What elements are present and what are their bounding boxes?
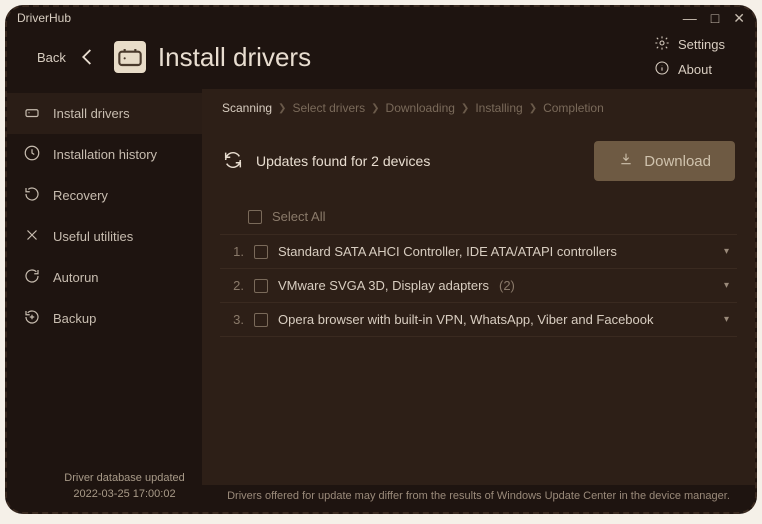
select-all-row[interactable]: Select All [220,199,737,235]
select-all-checkbox[interactable] [248,210,262,224]
driver-list: Select All 1. Standard SATA AHCI Control… [202,199,755,337]
backup-icon [23,308,41,329]
breadcrumb-step-downloading[interactable]: Downloading [386,101,455,115]
breadcrumb-step-select[interactable]: Select drivers [292,101,365,115]
select-all-label: Select All [272,209,325,224]
sidebar-item-label: Autorun [53,270,99,285]
tools-icon [23,226,41,247]
row-checkbox[interactable] [254,313,268,327]
updates-text: Updates found for 2 devices [256,153,430,169]
back-button[interactable]: Back [37,43,102,71]
row-checkbox[interactable] [254,279,268,293]
row-label: VMware SVGA 3D, Display adapters [278,278,489,293]
row-number: 1. [228,244,244,259]
back-label: Back [37,50,66,65]
row-label: Opera browser with built-in VPN, WhatsAp… [278,312,654,327]
minimize-button[interactable]: — [683,11,697,25]
sidebar-item-installation-history[interactable]: Installation history [7,134,202,175]
db-label: Driver database updated [27,471,222,486]
sidebar-item-label: Installation history [53,147,157,162]
body: Install drivers Installation history Rec… [7,89,755,485]
app-window: DriverHub — □ ✕ Back Install drivers Set… [5,5,757,514]
row-label: Standard SATA AHCI Controller, IDE ATA/A… [278,244,617,259]
chevron-right-icon: ❯ [371,103,379,114]
main-panel: Scanning ❯ Select drivers ❯ Downloading … [202,89,755,485]
settings-label: Settings [678,37,725,52]
chevron-right-icon: ❯ [278,103,286,114]
chevron-right-icon: ❯ [461,103,469,114]
breadcrumb: Scanning ❯ Select drivers ❯ Downloading … [202,89,755,127]
footer: Driver database updated 2022-03-25 17:00… [7,471,755,502]
db-date: 2022-03-25 17:00:02 [27,487,222,502]
chevron-down-icon: ▾ [724,280,729,291]
row-checkbox[interactable] [254,245,268,259]
clock-icon [23,144,41,165]
driver-row[interactable]: 1. Standard SATA AHCI Controller, IDE AT… [220,235,737,269]
sidebar-item-label: Useful utilities [53,229,133,244]
refresh-icon [23,267,41,288]
close-button[interactable]: ✕ [733,11,745,25]
header: Back Install drivers Settings About [7,29,755,89]
breadcrumb-step-scanning[interactable]: Scanning [222,101,272,115]
sidebar: Install drivers Installation history Rec… [7,89,202,485]
driver-row[interactable]: 3. Opera browser with built-in VPN, What… [220,303,737,337]
sidebar-item-install-drivers[interactable]: Install drivers [7,93,202,134]
row-number: 2. [228,278,244,293]
sync-icon [222,149,244,174]
page-title: Install drivers [158,42,311,73]
gear-icon [654,35,670,54]
sidebar-item-useful-utilities[interactable]: Useful utilities [7,216,202,257]
about-link[interactable]: About [654,60,725,79]
about-label: About [678,62,712,77]
download-icon [618,151,634,171]
db-status: Driver database updated 2022-03-25 17:00… [27,471,222,502]
sidebar-item-label: Install drivers [53,106,130,121]
drive-icon [23,103,41,124]
maximize-button[interactable]: □ [711,11,719,25]
window-controls: — □ ✕ [683,11,745,25]
sidebar-item-backup[interactable]: Backup [7,298,202,339]
row-count: (2) [499,278,515,293]
sidebar-item-recovery[interactable]: Recovery [7,175,202,216]
info-icon [654,60,670,79]
breadcrumb-step-installing[interactable]: Installing [475,101,522,115]
sidebar-item-label: Backup [53,311,96,326]
updates-summary: Updates found for 2 devices [222,149,430,174]
download-label: Download [644,153,711,170]
sidebar-item-autorun[interactable]: Autorun [7,257,202,298]
updates-row: Updates found for 2 devices Download [202,127,755,199]
row-number: 3. [228,312,244,327]
titlebar: DriverHub — □ ✕ [7,7,755,29]
header-right: Settings About [654,35,725,79]
breadcrumb-step-completion[interactable]: Completion [543,101,604,115]
download-button[interactable]: Download [594,141,735,181]
sidebar-item-label: Recovery [53,188,108,203]
chevron-right-icon: ❯ [529,103,537,114]
app-title: DriverHub [17,11,71,25]
back-arrow-icon [74,43,102,71]
drive-icon [114,41,146,73]
chevron-down-icon: ▾ [724,246,729,257]
driver-row[interactable]: 2. VMware SVGA 3D, Display adapters (2) … [220,269,737,303]
restore-icon [23,185,41,206]
header-left: Back Install drivers [37,41,311,73]
disclaimer: Drivers offered for update may differ fr… [222,490,735,502]
chevron-down-icon: ▾ [724,314,729,325]
settings-link[interactable]: Settings [654,35,725,54]
